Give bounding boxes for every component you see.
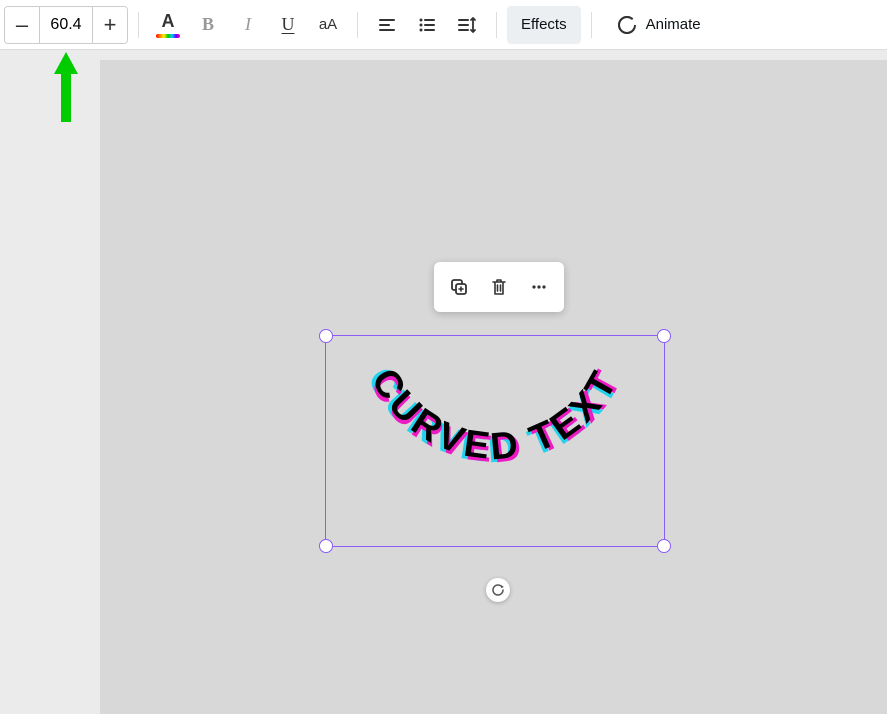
italic-button[interactable]: I: [229, 6, 267, 44]
animate-button[interactable]: Animate: [602, 6, 715, 44]
underline-icon: U: [282, 14, 295, 35]
more-icon: [529, 277, 549, 297]
delete-button[interactable]: [480, 268, 518, 306]
bold-button[interactable]: B: [189, 6, 227, 44]
font-color-button[interactable]: A: [149, 6, 187, 44]
animate-icon: [616, 14, 638, 36]
align-icon: [377, 15, 397, 35]
font-size-group: – +: [4, 6, 128, 44]
rotate-icon: [491, 583, 505, 597]
spacing-button[interactable]: [448, 6, 486, 44]
trash-icon: [489, 277, 509, 297]
font-size-input[interactable]: [39, 7, 93, 43]
font-size-increase-button[interactable]: +: [93, 7, 127, 43]
list-button[interactable]: [408, 6, 446, 44]
duplicate-icon: [448, 276, 470, 298]
toolbar-divider: [496, 12, 497, 38]
effects-button[interactable]: Effects: [507, 6, 581, 44]
text-toolbar: – + A B I U aA: [0, 0, 887, 50]
rainbow-bar-icon: [156, 34, 180, 38]
selection-box[interactable]: [325, 335, 665, 547]
list-icon: [417, 15, 437, 35]
text-case-button[interactable]: aA: [309, 6, 347, 44]
font-size-decrease-button[interactable]: –: [5, 7, 39, 43]
resize-handle-bottom-left[interactable]: [319, 539, 333, 553]
more-options-button[interactable]: [520, 268, 558, 306]
case-icon: aA: [319, 16, 337, 33]
resize-handle-top-right[interactable]: [657, 329, 671, 343]
animate-label: Animate: [646, 16, 701, 33]
underline-button[interactable]: U: [269, 6, 307, 44]
alignment-button[interactable]: [368, 6, 406, 44]
toolbar-divider: [591, 12, 592, 38]
floating-context-menu: [434, 262, 564, 312]
toolbar-divider: [357, 12, 358, 38]
green-arrow-annotation: [54, 52, 78, 122]
font-color-letter-icon: A: [156, 11, 180, 38]
resize-handle-bottom-right[interactable]: [657, 539, 671, 553]
spacing-icon: [456, 14, 478, 36]
toolbar-divider: [138, 12, 139, 38]
italic-icon: I: [245, 14, 251, 35]
duplicate-button[interactable]: [440, 268, 478, 306]
bold-icon: B: [202, 14, 214, 35]
rotate-handle[interactable]: [486, 578, 510, 602]
resize-handle-top-left[interactable]: [319, 329, 333, 343]
